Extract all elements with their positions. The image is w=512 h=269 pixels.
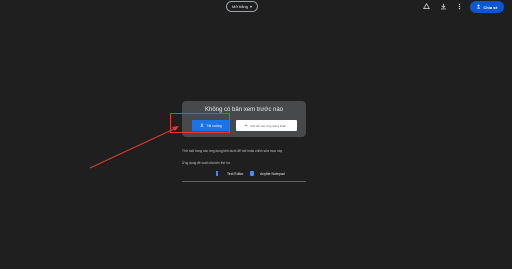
share-button-label: Chia sẻ: [483, 4, 498, 10]
download-icon[interactable]: [440, 3, 447, 10]
more-options-icon[interactable]: [456, 3, 463, 10]
anyfile-notepad-icon: [250, 171, 254, 176]
add-to-drive-icon[interactable]: [422, 2, 431, 10]
apps-hint-text: Thử một trong các ứng dụng bên dưới để m…: [182, 149, 283, 153]
open-with-dropdown[interactable]: Mở bằng ▾: [226, 1, 258, 12]
suggested-apps-label: Ứng dụng đề xuất của bên thứ ba: [182, 161, 230, 165]
app-item-text-editor[interactable]: Text Editor: [216, 170, 244, 177]
open-with-dropdown-label: Mở bằng: [232, 4, 248, 9]
share-icon: [476, 4, 481, 10]
app-item-label: Anyfile Notepad: [260, 171, 285, 176]
plus-icon: +: [244, 122, 248, 129]
connect-more-apps-button[interactable]: + Kết nối các ứng dụng khác...: [236, 120, 297, 131]
app-item-label: Text Editor: [227, 171, 244, 176]
text-editor-icon: [216, 171, 218, 176]
annotation-highlight-box: [170, 113, 230, 133]
connect-more-apps-label: Kết nối các ứng dụng khác...: [250, 123, 289, 128]
chevron-down-icon: ▾: [249, 3, 252, 9]
share-button[interactable]: Chia sẻ: [470, 1, 504, 13]
app-item-anyfile-notepad[interactable]: Anyfile Notepad: [250, 170, 285, 177]
divider: [182, 181, 306, 182]
